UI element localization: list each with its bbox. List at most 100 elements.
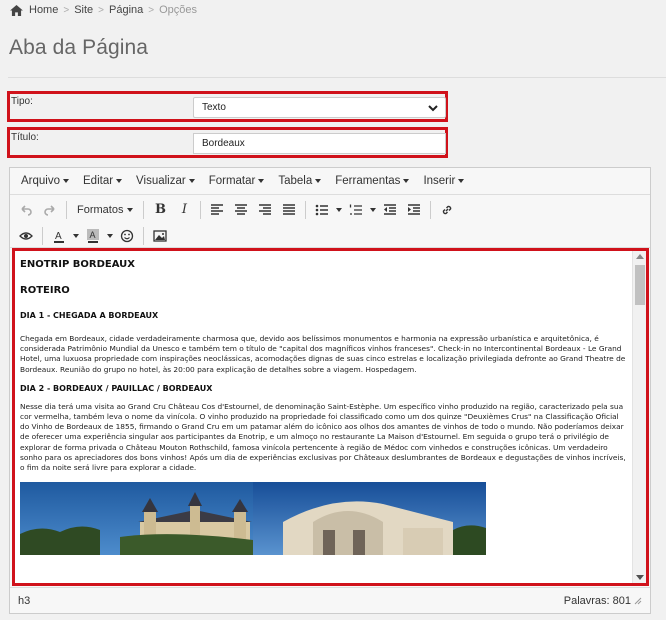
resize-handle-icon[interactable] — [634, 597, 642, 605]
justify-icon — [283, 203, 296, 215]
preview-button[interactable] — [14, 225, 38, 247]
titulo-label: Título: — [11, 132, 39, 143]
caret-down-icon — [336, 207, 343, 212]
content-scrollbar[interactable] — [632, 251, 646, 583]
day2-title: DIA 2 - BORDEAUX / PAUILLAC / BORDEAUX — [20, 383, 213, 393]
content-images — [20, 482, 628, 556]
align-left-button[interactable] — [205, 199, 229, 221]
bullet-list-options[interactable] — [334, 199, 344, 221]
caret-down-icon — [73, 233, 79, 238]
indent-button[interactable] — [402, 199, 426, 221]
menu-arquivo[interactable]: Arquivo — [14, 175, 76, 187]
background-color-options[interactable] — [105, 225, 115, 247]
word-count: Palavras: 801 — [563, 594, 631, 607]
content-heading-1: ENOTRIP BORDEAUX — [20, 259, 135, 270]
align-right-button[interactable] — [253, 199, 277, 221]
bullet-list-icon — [316, 204, 329, 215]
element-path[interactable]: h3 — [18, 595, 30, 607]
undo-icon — [21, 204, 32, 216]
tipo-row: Tipo: Texto — [7, 91, 448, 122]
rich-text-editor: Arquivo Editar Visualizar Formatar Tabel… — [9, 167, 651, 614]
align-left-icon — [211, 203, 224, 215]
bold-icon: B — [154, 202, 166, 217]
chateau-photo[interactable] — [20, 482, 253, 556]
page-title: Aba da Página — [9, 36, 149, 59]
svg-text:A: A — [90, 230, 96, 240]
numbered-list-button[interactable] — [344, 199, 368, 221]
chevron-down-icon — [428, 105, 438, 112]
scroll-down-arrow-icon[interactable] — [636, 575, 644, 580]
redo-icon — [44, 204, 55, 216]
emoticons-button[interactable] — [115, 225, 139, 247]
background-color-button[interactable]: A — [81, 225, 105, 247]
breadcrumb-home[interactable]: Home — [29, 4, 58, 16]
background-color-icon: A — [87, 228, 99, 243]
toolbar-divider — [143, 226, 144, 245]
text-color-options[interactable] — [71, 225, 81, 247]
italic-button[interactable]: I — [172, 199, 196, 221]
text-color-button[interactable]: A — [47, 225, 71, 247]
text-color-icon: A — [54, 231, 64, 243]
toolbar-divider — [305, 200, 307, 219]
toolbar-divider — [200, 200, 202, 219]
toolbar-divider — [430, 200, 432, 219]
menu-editar[interactable]: Editar — [76, 175, 129, 187]
bold-button[interactable]: B — [148, 199, 172, 221]
breadcrumb: Home > Site > Página > Opções — [10, 3, 197, 17]
home-icon[interactable] — [10, 4, 23, 16]
outdent-button[interactable] — [378, 199, 402, 221]
editor-toolbar-row-1: Formatos B I — [10, 195, 650, 224]
scroll-up-arrow-icon[interactable] — [636, 254, 644, 259]
editor-menubar: Arquivo Editar Visualizar Formatar Tabel… — [10, 168, 650, 195]
numbered-list-options[interactable] — [368, 199, 378, 221]
undo-button[interactable] — [14, 199, 38, 221]
numbered-list-icon — [350, 204, 363, 215]
title-divider — [8, 77, 666, 78]
menu-inserir[interactable]: Inserir — [416, 175, 471, 187]
tipo-select-value: Texto — [202, 102, 226, 113]
toolbar-divider — [42, 226, 43, 245]
align-right-icon — [259, 203, 272, 215]
editor-content-area[interactable]: ENOTRIP BORDEAUX ROTEIRO DIA 1 - CHEGADA… — [12, 248, 649, 586]
formats-dropdown[interactable]: Formatos — [71, 204, 139, 216]
winery-image — [253, 482, 486, 556]
toolbar-divider — [143, 200, 145, 219]
align-center-button[interactable] — [229, 199, 253, 221]
image-icon — [153, 229, 167, 242]
menu-tabela[interactable]: Tabela — [271, 175, 328, 187]
link-button[interactable] — [435, 199, 459, 221]
eye-icon — [19, 231, 33, 240]
breadcrumb-site[interactable]: Site — [74, 4, 93, 16]
menu-visualizar[interactable]: Visualizar — [129, 175, 202, 187]
editor-toolbar-row-2: A A — [10, 224, 650, 248]
breadcrumb-separator: > — [98, 4, 104, 16]
winery-photo[interactable] — [253, 482, 486, 556]
tipo-select[interactable]: Texto — [193, 97, 446, 118]
svg-text:A: A — [55, 231, 62, 242]
indent-icon — [408, 203, 421, 215]
justify-button[interactable] — [277, 199, 301, 221]
insert-image-button[interactable] — [148, 225, 172, 247]
link-icon — [443, 205, 452, 214]
breadcrumb-page[interactable]: Página — [109, 4, 143, 16]
toolbar-divider — [66, 200, 67, 219]
breadcrumb-separator: > — [148, 4, 155, 16]
italic-icon: I — [181, 202, 188, 217]
caret-down-icon — [107, 233, 113, 238]
smiley-icon — [120, 229, 134, 242]
titulo-input[interactable]: Bordeaux — [193, 133, 446, 154]
editor-document[interactable]: ENOTRIP BORDEAUX ROTEIRO DIA 1 - CHEGADA… — [15, 251, 632, 583]
breadcrumb-current: Opções — [159, 4, 198, 16]
titulo-row: Título: Bordeaux — [7, 127, 448, 158]
day1-paragraph: Chegada em Bordeaux, cidade verdadeirame… — [20, 334, 626, 374]
scrollbar-thumb[interactable] — [635, 265, 645, 305]
menu-formatar[interactable]: Formatar — [202, 175, 272, 187]
redo-button[interactable] — [38, 199, 62, 221]
bullet-list-button[interactable] — [310, 199, 334, 221]
chateau-image — [20, 482, 253, 556]
menu-ferramentas[interactable]: Ferramentas — [328, 175, 416, 187]
tipo-label: Tipo: — [11, 96, 33, 107]
caret-down-icon — [370, 207, 377, 212]
day2-paragraph: Nesse dia terá uma visita ao Grand Cru C… — [20, 401, 626, 473]
editor-statusbar: h3 Palavras: 801 — [10, 587, 650, 613]
